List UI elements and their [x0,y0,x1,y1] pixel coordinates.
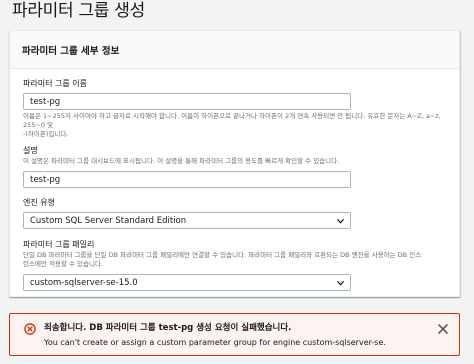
description-field: 설명 이 설명은 파라미터 그룹 대시보드에 표시됩니다. 이 설명을 통해 파… [23,146,453,188]
name-hint-line1: 이름은 1~255자 사이여야 하고 글자로 시작해야 합니다. 이름이 하이픈… [23,112,441,129]
engine-type-value: Custom SQL Server Standard Edition [30,216,187,226]
family-select[interactable]: custom-sqlserver-se-15.0 [23,274,351,291]
description-label: 설명 [23,146,38,155]
close-icon[interactable] [437,323,449,335]
parameter-group-family-field: 파라미터 그룹 패밀리 단일 DB 파라미터 그룹을 단일 DB 파라미터 그룹… [23,240,453,291]
error-message: You can't create or assign a custom para… [44,338,386,347]
page-title: 파라미터 그룹 생성 [12,1,145,21]
chevron-down-icon [337,218,344,224]
error-alert: 죄송합니다. DB 파라미터 그룹 test-pg 생성 요청이 실패했습니다.… [9,313,460,356]
description-hint: 이 설명은 파라미터 그룹 대시보드에 표시됩니다. 이 설명을 통해 파라미터… [23,157,340,165]
name-input[interactable]: test-pg [23,93,351,110]
name-label: 파라미터 그룹 이름 [23,79,87,88]
name-hint-line2: -(하이픈)입니다. [23,130,69,138]
panel-header: 파라미터 그룹 세부 정보 [10,31,459,69]
family-label: 파라미터 그룹 패밀리 [23,240,95,249]
family-value: custom-sqlserver-se-15.0 [30,278,138,288]
engine-type-select[interactable]: Custom SQL Server Standard Edition [23,212,351,229]
parameter-group-details-panel: 파라미터 그룹 세부 정보 파라미터 그룹 이름 test-pg 이름은 1~2… [9,30,460,297]
error-title: 죄송합니다. DB 파라미터 그룹 test-pg 생성 요청이 실패했습니다. [44,323,292,333]
engine-type-field: 엔진 유형 Custom SQL Server Standard Edition [23,198,453,229]
chevron-down-icon [337,280,344,286]
description-input[interactable]: test-pg [23,171,351,188]
engine-type-label: 엔진 유형 [23,198,55,207]
family-hint-line1: 단일 DB 파라미터 그룹을 단일 DB 파라미터 그룹 패밀리에만 연결할 수… [23,251,422,259]
error-circle-x-icon [24,323,36,335]
family-hint-line2: 턴스에만 적용할 수 있습니다. [23,260,104,268]
name-field: 파라미터 그룹 이름 test-pg 이름은 1~255자 사이여야 하고 글자… [23,79,453,139]
